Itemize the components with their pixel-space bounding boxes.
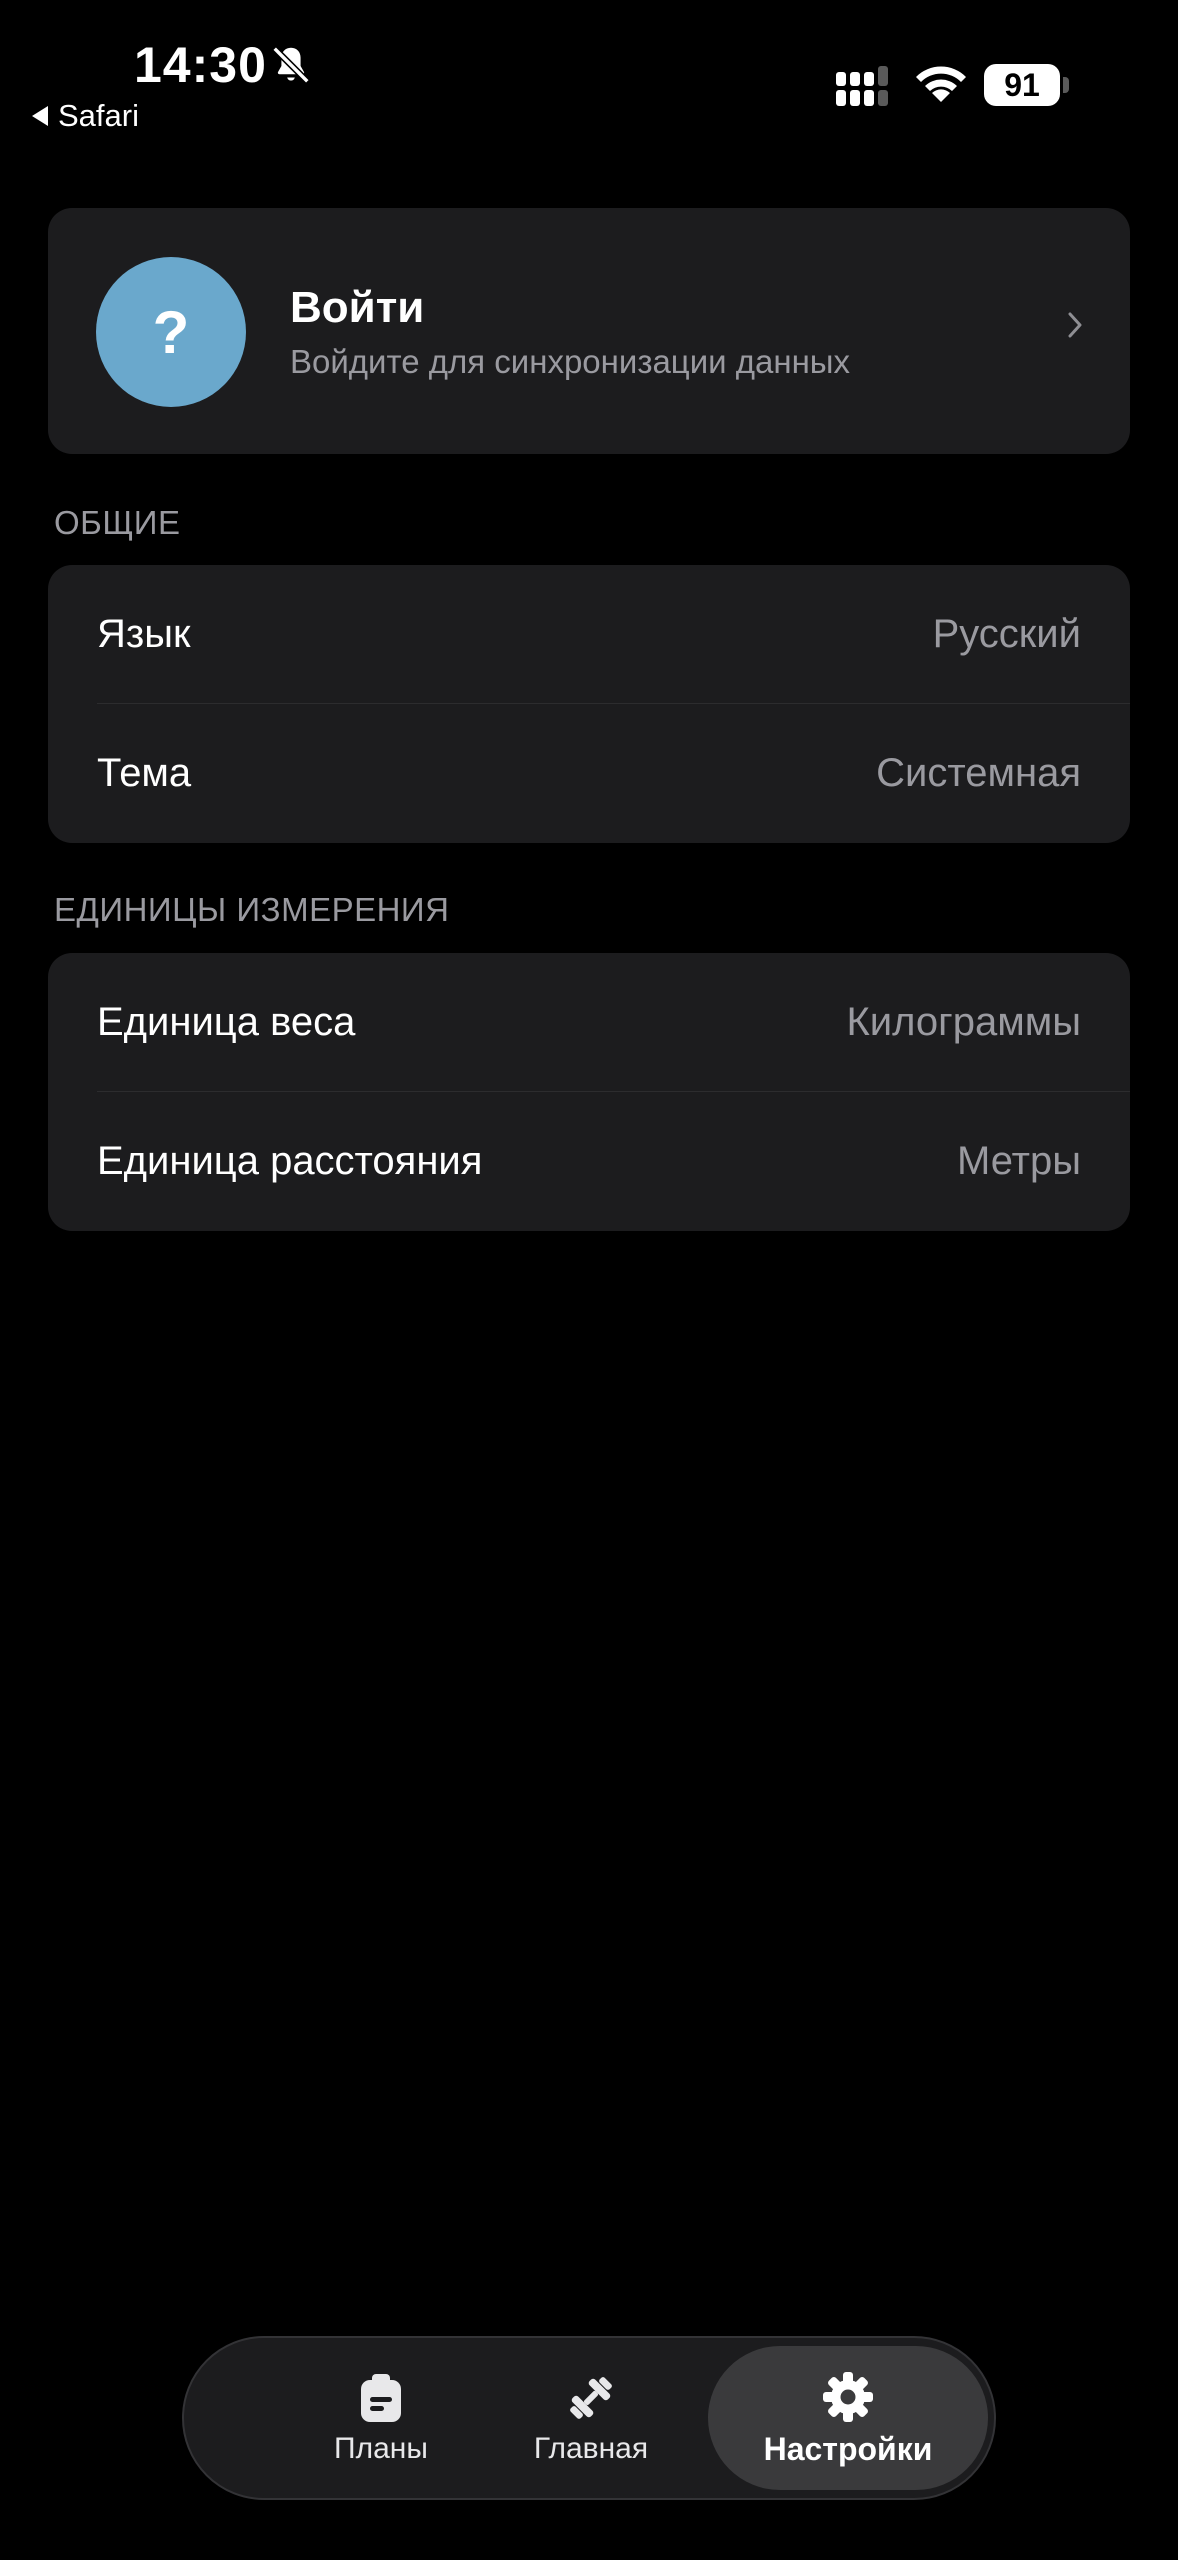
- login-card[interactable]: ? Войти Войдите для синхронизации данных: [48, 208, 1130, 454]
- tab-home-label: Главная: [533, 2432, 649, 2465]
- wifi-icon: [916, 66, 966, 102]
- distance-unit-label: Единица расстояния: [97, 1139, 483, 1183]
- battery-level: 91: [984, 64, 1060, 106]
- weight-unit-value: Килограммы: [846, 1000, 1081, 1044]
- theme-label: Тема: [97, 751, 192, 795]
- theme-value: Системная: [876, 751, 1081, 795]
- cellular-signal-icon: [836, 66, 888, 106]
- login-subtitle: Войдите для синхронизации данных: [290, 343, 851, 380]
- weight-unit-row[interactable]: Единица веса Килограммы: [48, 953, 1130, 1092]
- units-settings-card: Единица веса Килограммы Единица расстоян…: [48, 953, 1130, 1231]
- section-header-general: ОБЩИЕ: [54, 504, 181, 541]
- back-to-safari-button[interactable]: Safari: [32, 98, 139, 134]
- battery-cap: [1063, 77, 1069, 93]
- status-bar: 14:30 Safari 91: [0, 0, 1178, 140]
- tab-settings[interactable]: Настройки: [708, 2346, 988, 2490]
- section-header-units: ЕДИНИЦЫ ИЗМЕРЕНИЯ: [54, 891, 450, 928]
- clipboard-icon: [361, 2374, 401, 2422]
- status-time: 14:30: [134, 37, 267, 93]
- battery-icon: 91: [984, 64, 1070, 106]
- tab-bar: Планы Главная Настройки: [182, 2336, 996, 2500]
- language-row[interactable]: Язык Русский: [48, 565, 1130, 704]
- login-title: Войти: [290, 283, 425, 332]
- language-value: Русский: [932, 612, 1081, 656]
- back-app-label: Safari: [58, 98, 139, 133]
- tab-plans-label: Планы: [334, 2432, 428, 2465]
- avatar: ?: [96, 257, 246, 407]
- theme-row[interactable]: Тема Системная: [48, 704, 1130, 843]
- general-settings-card: Язык Русский Тема Системная: [48, 565, 1130, 843]
- dumbbell-icon: [570, 2377, 612, 2419]
- tab-settings-label: Настройки: [763, 2430, 933, 2467]
- distance-unit-row[interactable]: Единица расстояния Метры: [48, 1092, 1130, 1231]
- tab-home[interactable]: Главная: [466, 2346, 716, 2490]
- distance-unit-value: Метры: [956, 1139, 1081, 1183]
- bell-muted-icon: [272, 46, 310, 84]
- chevron-right-icon: [1068, 312, 1082, 338]
- language-label: Язык: [97, 612, 191, 656]
- back-triangle-icon: [32, 106, 48, 126]
- gear-icon: [823, 2371, 873, 2422]
- weight-unit-label: Единица веса: [97, 1000, 356, 1044]
